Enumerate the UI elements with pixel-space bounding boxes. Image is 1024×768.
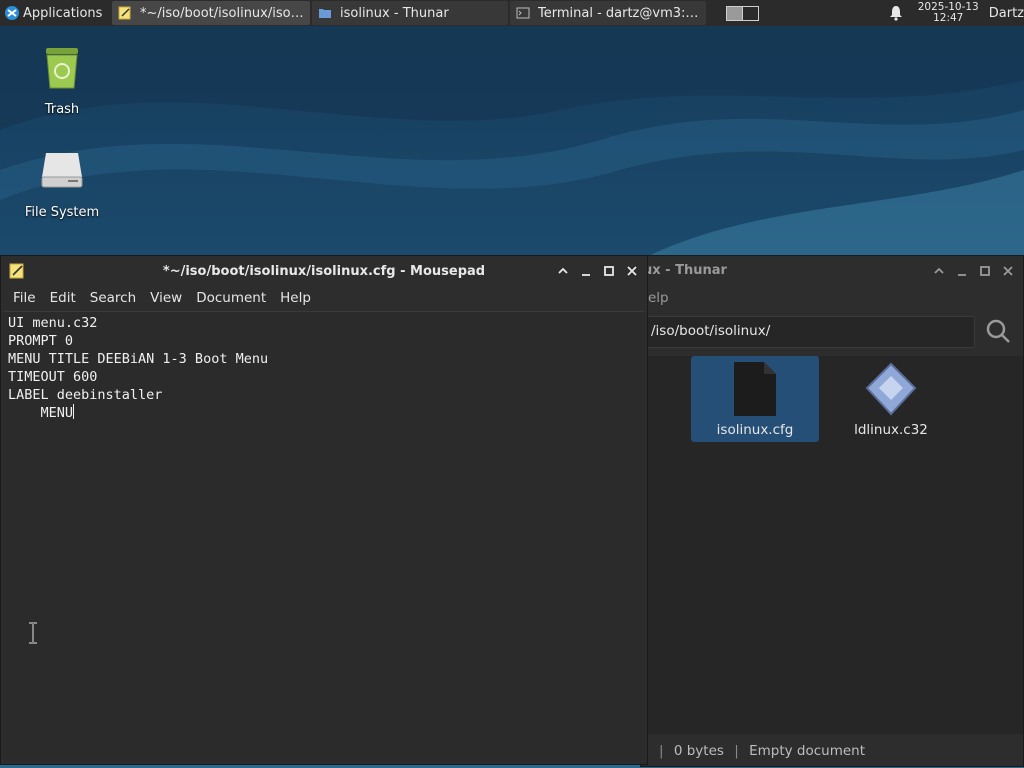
menu-edit[interactable]: Edit [43, 290, 83, 306]
status-type: Empty document [749, 743, 866, 759]
taskbar-item-label: Terminal - dartz@vm3: ~ [538, 5, 700, 21]
thunar-close-button[interactable] [996, 261, 1019, 281]
taskbar-item-mousepad[interactable]: *~/iso/boot/isolinux/isol… [112, 1, 310, 25]
location-path: /iso/boot/isolinux/ [651, 323, 771, 339]
minimize-icon [581, 274, 590, 276]
editor-line: LABEL deebinstaller [8, 387, 163, 403]
mousepad-close-button[interactable] [620, 261, 643, 281]
thunar-maximize-button[interactable] [973, 261, 996, 281]
search-icon [986, 319, 1010, 343]
desktop-icon-label: File System [24, 205, 100, 220]
taskbar-item-label: isolinux - Thunar [340, 5, 449, 21]
workspace-1[interactable] [726, 5, 743, 21]
maximize-icon [979, 266, 990, 276]
status-size: 0 bytes [673, 743, 724, 759]
ibeam-cursor-icon [29, 622, 37, 644]
minimize-icon [957, 274, 966, 276]
editor-line: TIMEOUT 600 [8, 369, 98, 385]
workspace-switcher[interactable] [726, 5, 759, 21]
editor-line: UI menu.c32 [8, 315, 98, 331]
mousepad-maximize-button[interactable] [597, 261, 620, 281]
file-item-isolinux-cfg[interactable]: isolinux.cfg [691, 356, 819, 442]
mousepad-collapse-button[interactable] [551, 261, 574, 281]
menu-file[interactable]: File [6, 290, 43, 306]
status-separator: | [659, 743, 664, 759]
file-label: isolinux.cfg [716, 422, 794, 438]
workspace-2[interactable] [742, 5, 759, 21]
applications-label: Applications [23, 5, 103, 21]
thunar-collapse-button[interactable] [927, 261, 950, 281]
thunar-titlebar[interactable]: ux - Thunar [641, 256, 1023, 286]
taskbar-item-label: *~/iso/boot/isolinux/isol… [140, 5, 304, 21]
editor-line: MENU TITLE DEEBiAN 1-3 Boot Menu [8, 351, 269, 367]
menu-document[interactable]: Document [189, 290, 273, 306]
text-editor-area[interactable]: UI menu.c32 PROMPT 0 MENU TITLE DEEBiAN 1-… [4, 311, 644, 761]
menu-help[interactable]: Help [273, 290, 318, 306]
applications-menu-button[interactable]: Applications [0, 0, 110, 26]
trash-icon [46, 48, 78, 89]
thunar-menubar: elp [641, 286, 1023, 310]
close-icon [626, 266, 637, 276]
desktop-icon-trash[interactable]: Trash [12, 44, 112, 117]
top-panel: Applications *~/iso/boot/isolinux/isol… … [0, 0, 1024, 26]
drive-icon [41, 153, 83, 188]
desktop-icon-label: Trash [44, 102, 80, 117]
menu-help[interactable]: elp [648, 290, 669, 306]
menu-search[interactable]: Search [83, 290, 143, 306]
thunar-window: ux - Thunar elp /iso/boot/isolinux/ isol… [633, 255, 1024, 767]
mousepad-window: *~/iso/boot/isolinux/isolinux.cfg - Mous… [0, 255, 648, 765]
notification-bell-icon[interactable] [888, 5, 904, 21]
mousepad-icon [118, 6, 131, 20]
taskbar-item-terminal[interactable]: Terminal - dartz@vm3: ~ [510, 1, 706, 25]
editor-line: PROMPT 0 [8, 333, 74, 349]
chevron-up-icon [933, 267, 944, 274]
mousepad-titlebar[interactable]: *~/iso/boot/isolinux/isolinux.cfg - Mous… [1, 256, 647, 286]
status-separator: | [734, 743, 739, 759]
thunar-statusbar: | 0 bytes | Empty document [641, 736, 1023, 766]
chevron-up-icon [557, 267, 568, 274]
thunar-minimize-button[interactable] [950, 261, 973, 281]
thunar-location-bar[interactable]: /iso/boot/isolinux/ [641, 316, 975, 348]
maximize-icon [603, 266, 614, 276]
document-icon [734, 362, 776, 416]
thunar-file-view: n isolinux.cfg ldlinux.c32 [633, 356, 1023, 734]
editor-current-line: MENU [8, 404, 640, 422]
text-caret [73, 404, 75, 419]
clock[interactable]: 2025-10-13 12:47 [918, 2, 979, 24]
file-label: ldlinux.c32 [854, 422, 928, 438]
mousepad-minimize-button[interactable] [574, 261, 597, 281]
file-item-ldlinux-c32[interactable]: ldlinux.c32 [827, 356, 955, 442]
clock-time: 12:47 [933, 12, 964, 24]
desktop-icon-file-system[interactable]: File System [12, 147, 112, 220]
user-menu[interactable]: Dartz [989, 6, 1024, 21]
editor-line: MENU [8, 405, 74, 421]
binary-icon [865, 362, 917, 416]
thunar-search-button[interactable] [985, 318, 1011, 348]
system-tray: 2025-10-13 12:47 Dartz [888, 0, 1024, 26]
mousepad-menubar: File Edit Search View Document Help [1, 286, 647, 310]
xfce-logo-icon [5, 6, 19, 20]
menu-view[interactable]: View [143, 290, 189, 306]
terminal-icon [516, 7, 530, 19]
thunar-title: ux - Thunar [643, 263, 727, 278]
taskbar-item-thunar[interactable]: isolinux - Thunar [312, 1, 508, 25]
close-icon [1002, 266, 1013, 276]
folder-icon [319, 9, 331, 18]
